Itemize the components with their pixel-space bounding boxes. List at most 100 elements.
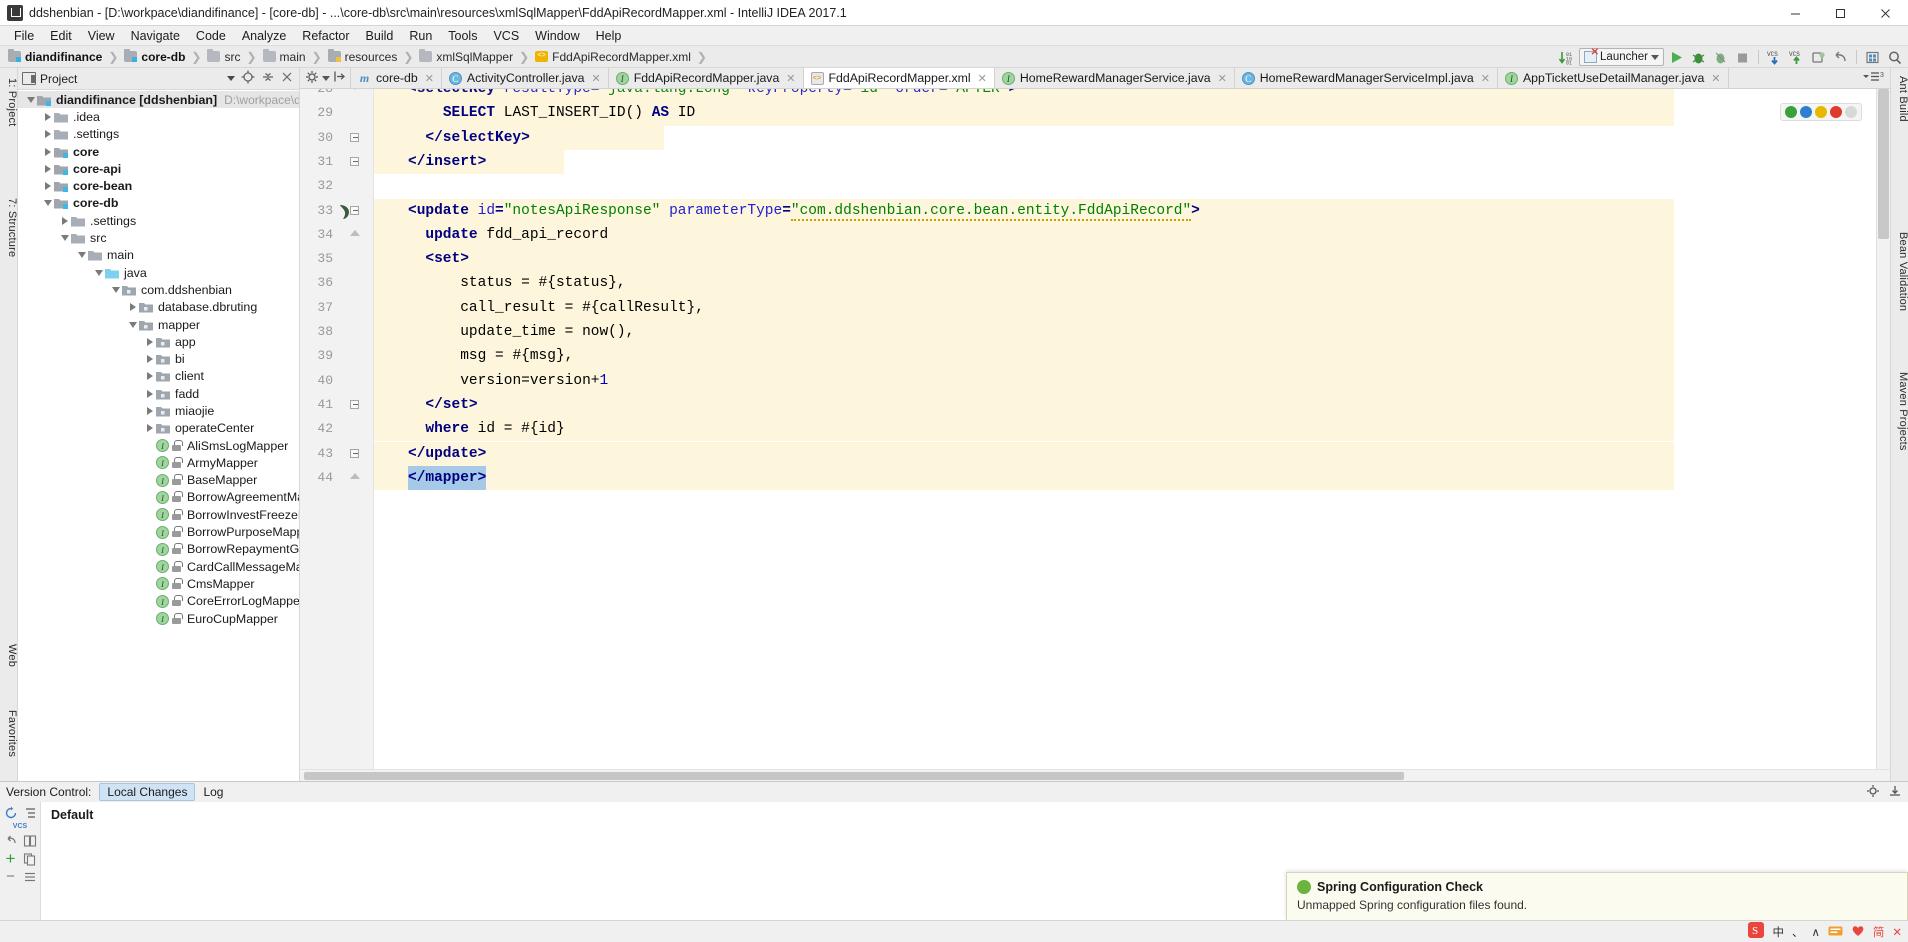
tab-list-icon[interactable]: 3 <box>1862 70 1884 86</box>
collapse-arrow-icon[interactable] <box>75 252 88 259</box>
collapse-arrow-icon[interactable] <box>41 200 54 207</box>
editor-tab-activitycontroller[interactable]: C ActivityController.java ✕ <box>441 68 609 88</box>
expand-arrow-icon[interactable] <box>143 424 156 433</box>
collapse-arrow-icon[interactable] <box>24 96 37 103</box>
fold-marker-icon[interactable] <box>350 229 361 241</box>
gutter-bookmark-icon[interactable] <box>336 202 356 225</box>
hide-panel-icon[interactable] <box>1888 784 1902 801</box>
tree-row[interactable]: operateCenter <box>18 420 299 437</box>
tool-window-ant-build[interactable]: Ant Build <box>1891 72 1908 126</box>
code-line[interactable]: </mapper> <box>374 466 486 490</box>
menu-tools[interactable]: Tools <box>440 26 485 46</box>
breadcrumb-item-core-db[interactable]: core-db ❯ <box>124 46 207 68</box>
tool-window-structure[interactable]: 7: Structure <box>0 194 18 261</box>
tree-row[interactable]: client <box>18 368 299 385</box>
tree-row[interactable]: mapper <box>18 316 299 333</box>
vcs-commit-icon[interactable]: VCS <box>1787 48 1806 67</box>
sort-icon[interactable]: 01 10 01 <box>1557 48 1576 67</box>
fold-marker-icon[interactable] <box>350 472 361 484</box>
tree-row[interactable]: I BorrowRepaymentGasP <box>18 541 299 558</box>
menu-window[interactable]: Window <box>527 26 587 46</box>
collapse-arrow-icon[interactable] <box>92 269 105 276</box>
vc-tab-local-changes[interactable]: Local Changes <box>99 783 196 801</box>
expand-arrow-icon[interactable] <box>41 130 54 139</box>
tree-row[interactable]: java <box>18 264 299 281</box>
breadcrumb-item-diandifinance[interactable]: diandifinance ❯ <box>8 46 124 68</box>
minimize-button[interactable] <box>1773 0 1818 26</box>
inspection-toggle-icon[interactable] <box>1845 106 1857 118</box>
code-line[interactable]: </insert> <box>374 150 486 174</box>
editor-horizontal-scrollbar[interactable] <box>300 769 1890 781</box>
fold-marker-icon[interactable] <box>350 132 361 144</box>
expand-arrow-icon[interactable] <box>41 182 54 191</box>
chevron-down-icon[interactable] <box>227 76 235 81</box>
tree-row[interactable]: I CardCallMessageMapp <box>18 558 299 575</box>
changelist-default[interactable]: Default <box>51 808 1908 822</box>
gear-icon[interactable] <box>305 70 319 87</box>
tool-window-bean-validation[interactable]: Bean Validation <box>1891 228 1908 315</box>
menu-help[interactable]: Help <box>588 26 630 46</box>
vc-tab-log[interactable]: Log <box>195 783 231 801</box>
code-line[interactable]: <update id="notesApiResponse" parameterT… <box>374 199 1200 223</box>
tree-row[interactable]: I EuroCupMapper <box>18 610 299 627</box>
ime-expand-icon[interactable]: ∧ <box>1811 925 1819 939</box>
tray-close-icon[interactable]: ✕ <box>1892 925 1902 939</box>
expand-arrow-icon[interactable] <box>143 406 156 415</box>
code-line[interactable]: </set> <box>374 393 477 417</box>
breadcrumb-item-resources[interactable]: resources ❯ <box>327 46 420 68</box>
tool-window-favorites[interactable]: Favorites <box>0 706 18 761</box>
tree-row[interactable]: .settings <box>18 212 299 229</box>
editor-tab-appticketusedetailmanager[interactable]: I AppTicketUseDetailManager.java ✕ <box>1497 68 1729 88</box>
tree-row[interactable]: database.dbruting <box>18 299 299 316</box>
code-line[interactable] <box>374 174 408 198</box>
refresh-icon[interactable] <box>3 805 18 820</box>
group-by-icon[interactable] <box>22 805 37 820</box>
expand-arrow-icon[interactable] <box>126 303 139 312</box>
tree-row[interactable]: core-db <box>18 195 299 212</box>
expand-arrow-icon[interactable] <box>58 216 71 225</box>
tool-window-web[interactable]: Web <box>0 640 18 671</box>
tree-row[interactable]: fadd <box>18 385 299 402</box>
chevron-down-icon[interactable] <box>322 75 330 81</box>
menu-edit[interactable]: Edit <box>42 26 80 46</box>
expand-arrow-icon[interactable] <box>143 337 156 346</box>
open-icon[interactable] <box>1863 48 1882 67</box>
code-line[interactable]: version=version+1 <box>374 369 608 393</box>
code-line[interactable]: <set> <box>374 247 469 271</box>
fold-marker-icon[interactable] <box>350 89 361 95</box>
tree-row[interactable]: I CmsMapper <box>18 575 299 592</box>
tree-row[interactable]: I BorrowAgreementMapp <box>18 489 299 506</box>
stop-icon[interactable] <box>1733 48 1752 67</box>
keyboard-icon[interactable] <box>1828 924 1843 940</box>
tree-row[interactable]: src <box>18 229 299 246</box>
fold-marker-icon[interactable] <box>350 156 361 168</box>
fold-marker-icon[interactable] <box>350 448 361 460</box>
menu-code[interactable]: Code <box>188 26 234 46</box>
tool-window-maven-projects[interactable]: Maven Projects <box>1891 368 1908 455</box>
vcs-update-icon[interactable]: VCS <box>1765 48 1784 67</box>
menu-vcs[interactable]: VCS <box>485 26 527 46</box>
tree-row[interactable]: diandifinance [ddshenbian] D:\workpace\di… <box>18 91 299 109</box>
code-line[interactable]: SELECT LAST_INSERT_ID() AS ID <box>374 101 695 125</box>
tree-row[interactable]: app <box>18 333 299 350</box>
fold-marker-icon[interactable] <box>350 399 361 411</box>
coverage-icon[interactable] <box>1711 48 1730 67</box>
copy-icon[interactable] <box>22 851 37 866</box>
sogou-icon[interactable]: S <box>1748 922 1765 941</box>
menu-file[interactable]: File <box>6 26 42 46</box>
menu-refactor[interactable]: Refactor <box>294 26 357 46</box>
code-line[interactable]: <selectKey resultType="java.lang.Long" k… <box>374 89 1017 101</box>
tool-window-project[interactable]: 1: Project <box>0 74 18 130</box>
tree-row[interactable]: I AliSmsLogMapper <box>18 437 299 454</box>
code-line[interactable]: </selectKey> <box>374 126 529 150</box>
expand-arrow-icon[interactable] <box>41 147 54 156</box>
project-tree[interactable]: diandifinance [ddshenbian] D:\workpace\di… <box>18 90 299 781</box>
push-icon[interactable] <box>1809 48 1828 67</box>
code-line[interactable]: call_result = #{callResult}, <box>374 296 704 320</box>
remove-changelist-icon[interactable]: − <box>3 869 18 884</box>
close-icon[interactable]: ✕ <box>1711 72 1720 85</box>
code-content[interactable]: <selectKey resultType="java.lang.Long" k… <box>374 89 1890 769</box>
tree-row[interactable]: .idea <box>18 108 299 125</box>
menu-analyze[interactable]: Analyze <box>234 26 294 46</box>
heart-icon[interactable] <box>1851 924 1865 940</box>
